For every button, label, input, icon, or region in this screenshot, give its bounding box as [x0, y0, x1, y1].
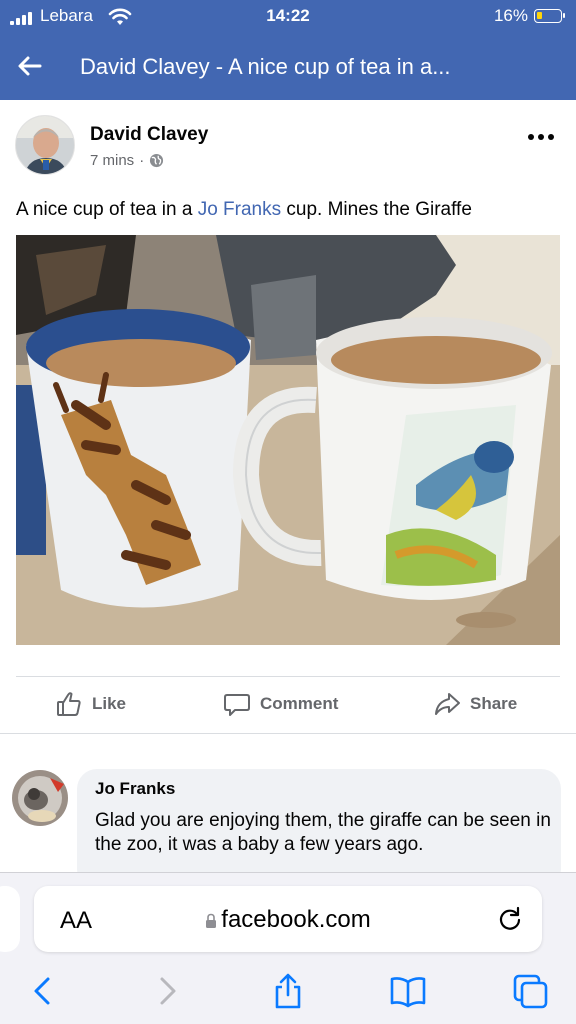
- share-button[interactable]: Share: [432, 686, 517, 722]
- comment-text: Glad you are enjoying them, the giraffe …: [95, 810, 551, 855]
- battery-icon: [534, 9, 565, 23]
- chevron-right-icon: [160, 977, 176, 1005]
- tabs-icon: [513, 974, 548, 1009]
- post-text-end: cup. Mines the Giraffe: [281, 199, 472, 220]
- meta-separator: ·: [139, 152, 145, 169]
- share-sheet-button[interactable]: [268, 971, 308, 1011]
- url-text: facebook.com: [221, 906, 371, 933]
- browser-back-button[interactable]: [24, 971, 64, 1011]
- post-actions: Like Comment Share: [0, 686, 576, 722]
- browser-toolbar: AA facebook.com: [0, 872, 576, 1024]
- chevron-left-icon: [34, 977, 50, 1005]
- commenter-avatar[interactable]: [12, 770, 68, 826]
- post-divider: [16, 676, 560, 677]
- tabs-button[interactable]: [510, 971, 550, 1011]
- section-divider: [0, 733, 576, 734]
- book-icon: [390, 977, 426, 1008]
- browser-forward-button[interactable]: [146, 971, 186, 1011]
- status-time: 14:22: [266, 6, 310, 25]
- share-label: Share: [470, 694, 518, 713]
- comment-button[interactable]: Comment: [222, 686, 338, 722]
- tagged-user-link[interactable]: Jo Franks: [198, 199, 281, 220]
- more-options-icon[interactable]: [528, 134, 554, 140]
- thumbs-up-icon: [57, 692, 81, 716]
- bookmarks-button[interactable]: [388, 971, 428, 1011]
- app-header: Lebara 14:22 16% David Clavey - A nice c…: [0, 0, 576, 100]
- comment-icon: [224, 694, 250, 716]
- share-sheet-icon: [275, 973, 301, 1009]
- status-bar: Lebara 14:22 16%: [0, 0, 576, 34]
- url-display[interactable]: facebook.com: [34, 906, 542, 934]
- comment-label: Comment: [260, 694, 339, 713]
- page-title: David Clavey - A nice cup of tea in a...: [80, 54, 451, 79]
- globe-icon: [150, 153, 164, 168]
- post-time[interactable]: 7 mins: [90, 152, 134, 169]
- post-text: A nice cup of tea in a Jo Franks cup. Mi…: [16, 199, 472, 221]
- share-icon: [435, 693, 460, 715]
- post-meta: 7 mins ·: [90, 152, 164, 169]
- lock-icon: [206, 913, 217, 928]
- commenter-name[interactable]: Jo Franks: [95, 779, 543, 799]
- comment-bubble: Jo Franks Glad you are enjoying them, th…: [77, 769, 561, 889]
- like-label: Like: [92, 694, 127, 713]
- reload-icon[interactable]: [496, 905, 524, 933]
- post-author[interactable]: David Clavey: [90, 124, 208, 146]
- back-arrow-icon[interactable]: [14, 50, 46, 82]
- address-bar[interactable]: AA facebook.com: [34, 886, 542, 952]
- post-photo[interactable]: [16, 235, 560, 645]
- post-text-start: A nice cup of tea in a: [16, 199, 198, 220]
- like-button[interactable]: Like: [54, 686, 126, 722]
- author-avatar[interactable]: [15, 115, 75, 175]
- previous-tab-preview[interactable]: [0, 886, 20, 952]
- battery-percent: 16%: [493, 6, 528, 25]
